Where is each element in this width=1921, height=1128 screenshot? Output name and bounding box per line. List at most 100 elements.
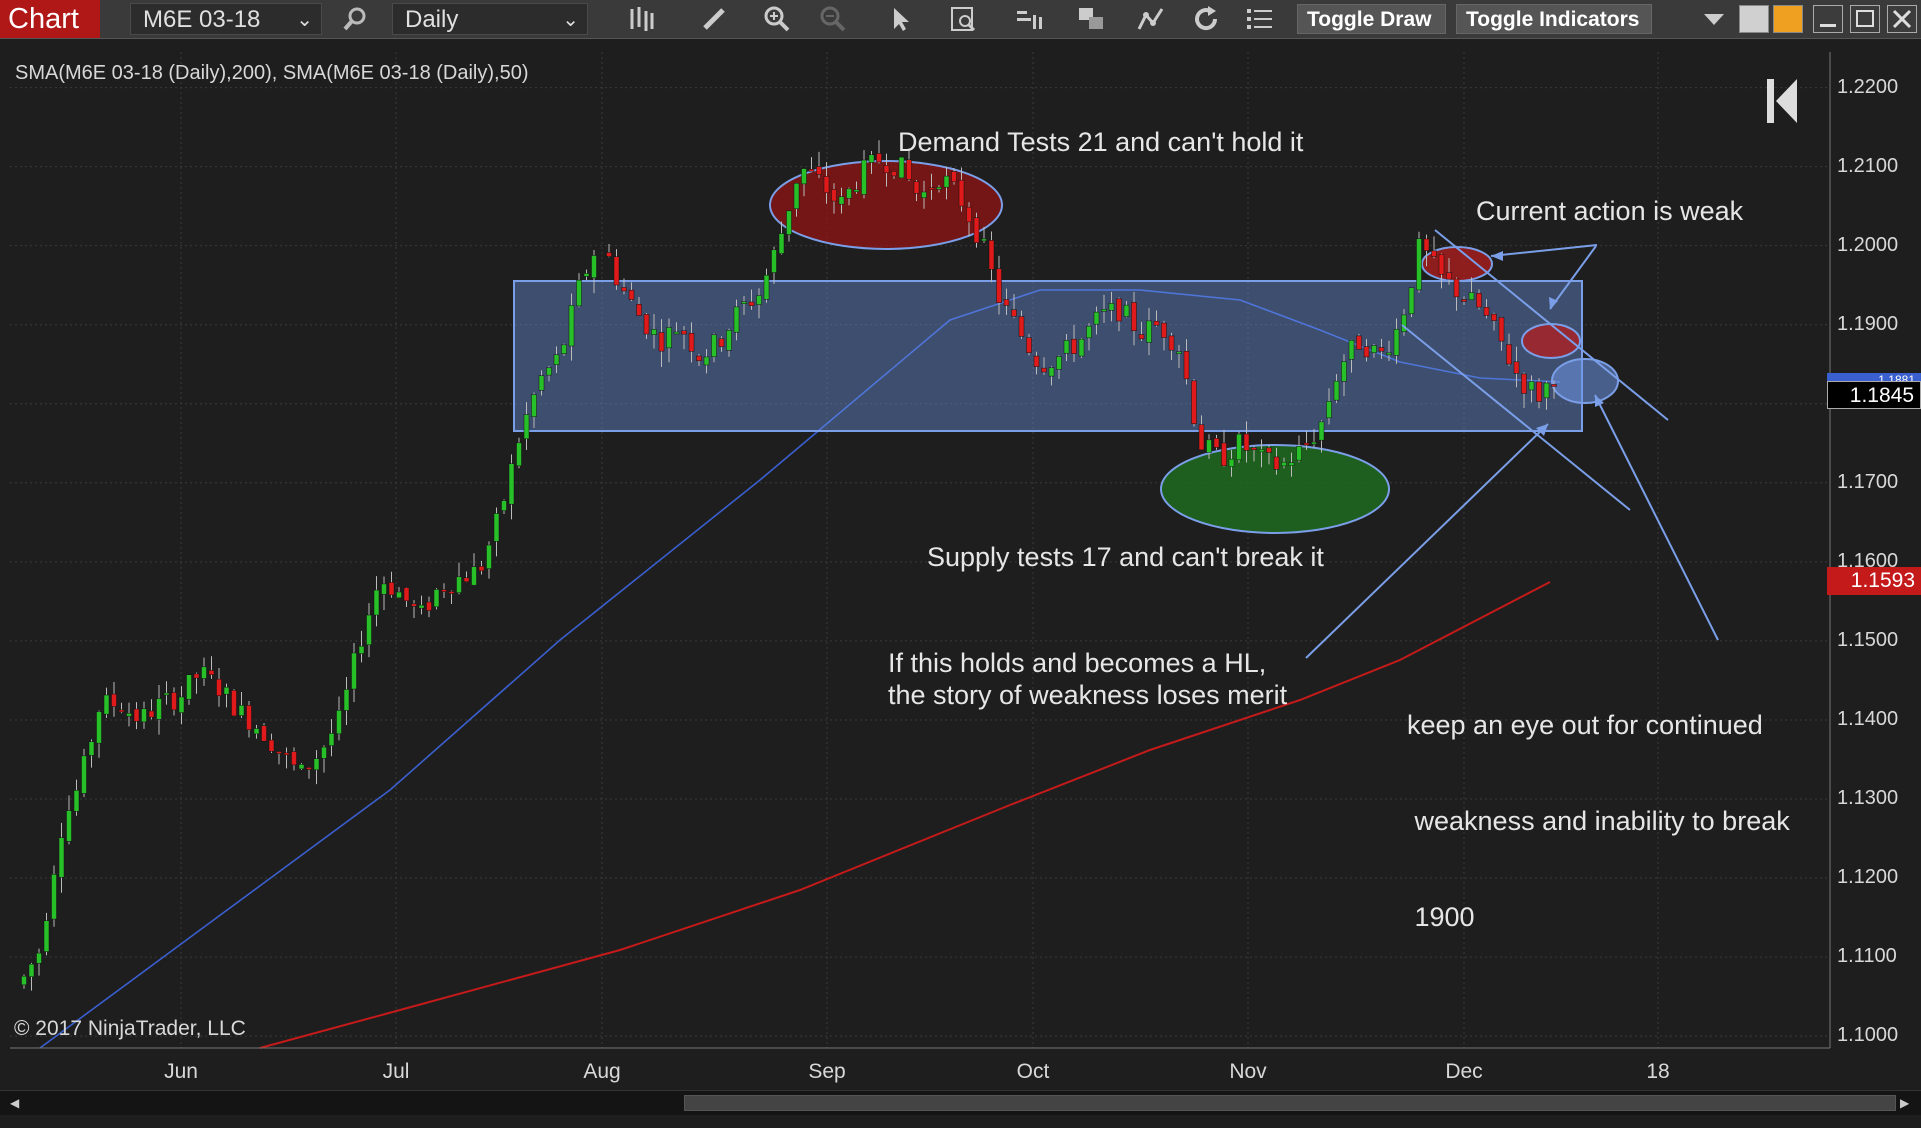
annotation-supply[interactable]: Supply tests 17 and can't break it [927,541,1324,573]
candle-body [88,741,95,756]
candle-body [763,274,770,300]
candle-body [163,692,170,696]
price-tick-label: 1.1500 [1837,628,1899,651]
candle [426,596,432,618]
candle-body [778,233,785,254]
instrument-selector[interactable]: M6E 03-18 ⌄ [130,3,322,35]
candle [876,140,882,164]
candle-body [1221,442,1227,467]
candle-body [516,442,522,467]
refresh-icon[interactable] [1189,4,1223,34]
candle-body [966,206,972,223]
data-box-icon[interactable] [946,4,980,34]
candle-body [1273,456,1280,470]
candle-body [501,500,507,511]
candle-body [1056,356,1062,370]
list-icon[interactable] [1243,4,1277,34]
candle [433,588,440,610]
pencil-icon[interactable] [697,4,731,34]
candle-body [838,196,845,205]
candle-body [1251,447,1257,451]
price-tick-label: 1.1100 [1837,945,1897,968]
bar-type-icon[interactable] [624,4,658,34]
candle-body [1326,401,1332,419]
annotation-hl-line1: If this holds and becomes a HL, [888,648,1267,678]
candle [471,553,477,586]
window-color-icon[interactable] [1739,5,1769,33]
interval-selector[interactable]: Daily ⌄ [392,3,588,35]
candle [36,948,42,976]
candle-body [958,179,965,207]
candle [238,692,245,718]
candle-body [1311,441,1317,445]
candle [51,865,57,927]
candle-body [1303,442,1310,446]
annotation-current[interactable]: Current action is weak [1476,195,1743,227]
price-tick-label: 1.2200 [1837,75,1899,98]
candle-body [463,577,470,582]
candle [343,677,350,725]
candle-body [726,330,732,351]
candle-body [988,240,995,270]
chart-tab[interactable]: Chart [0,0,100,38]
candle [501,499,507,514]
scroll-left-icon[interactable]: ◀ [10,1096,19,1110]
candle-body [28,963,35,977]
candle [126,702,132,727]
candle [156,685,162,735]
properties-icon[interactable] [1013,4,1047,34]
candle-body [1011,309,1017,317]
minimize-icon[interactable] [1813,5,1843,33]
annotation-keep-line2: weakness and inability to break [1407,806,1790,836]
candle [186,674,192,705]
copy-icon[interactable] [1075,4,1109,34]
candle [366,603,372,658]
candle [208,656,215,679]
candle-body [366,614,372,646]
candle-body [1341,361,1347,382]
sma200-value-tag: 1.1593 [1827,567,1921,595]
link-color-icon[interactable] [1773,5,1803,33]
candle-body [1521,373,1527,394]
candlesticks [21,140,1557,991]
annotation-keep-eye[interactable]: keep an eye out for continued weakness a… [1407,645,1790,965]
candle-body [1198,424,1205,451]
candle-body [216,678,222,696]
toggle-indicators-button[interactable]: Toggle Indicators [1456,4,1652,34]
dropdown-arrow-icon[interactable] [1697,4,1731,34]
candle-body [1213,438,1220,448]
candle-body [1438,254,1445,275]
candle [1416,231,1422,293]
candle-body [1108,303,1115,311]
zoom-out-icon[interactable] [816,4,850,34]
maximize-icon[interactable] [1850,5,1880,33]
toggle-draw-button[interactable]: Toggle Draw [1297,4,1446,34]
candle-body [1176,351,1182,354]
candle-body [268,739,275,752]
candle [43,912,50,956]
instrument-value: M6E 03-18 [143,6,261,33]
candle [1078,338,1085,359]
close-icon[interactable] [1887,5,1917,33]
candle-body [351,652,357,690]
candle-body [246,705,252,731]
candle-body [58,837,65,878]
strategy-icon[interactable] [1134,4,1168,34]
candle [253,724,260,739]
price-tick-label: 1.1200 [1837,866,1899,889]
scroll-thumb[interactable] [684,1095,1896,1111]
search-icon[interactable] [338,4,372,34]
annotation-hl[interactable]: If this holds and becomes a HL, the stor… [888,647,1287,711]
candle-body [936,186,942,190]
candle-body [606,252,612,257]
candle-body [1423,238,1430,251]
horizontal-scrollbar[interactable]: ◀ ▶ [0,1090,1921,1115]
annotation-demand[interactable]: Demand Tests 21 and can't hold it [898,126,1303,158]
pointer-icon[interactable] [884,4,918,34]
candle-body [808,169,815,172]
candle-body [546,367,552,376]
candle-body [1168,335,1175,351]
candle [268,733,275,754]
scroll-right-icon[interactable]: ▶ [1900,1096,1909,1110]
zoom-in-icon[interactable] [760,4,794,34]
